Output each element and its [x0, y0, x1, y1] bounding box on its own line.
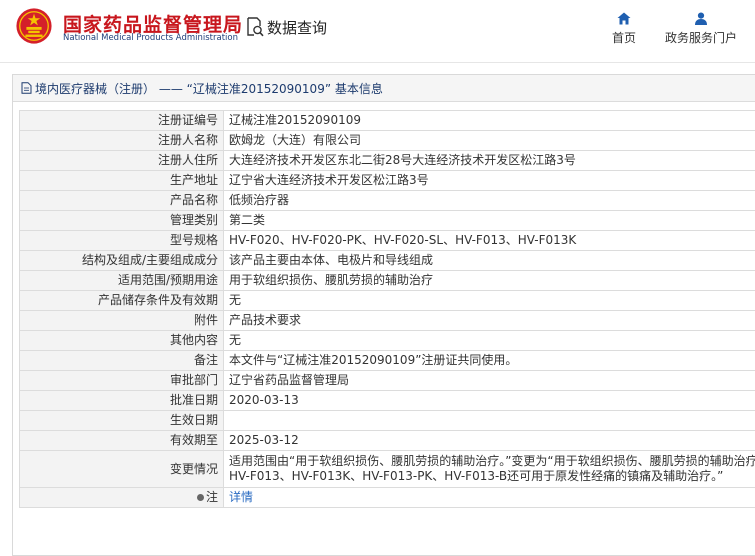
- table-row: 有效期至2025-03-12: [20, 431, 755, 451]
- field-label: 型号规格: [20, 231, 224, 251]
- home-icon: [617, 12, 631, 25]
- table-row: 备注本文件与“辽械注准20152090109”注册证共同使用。: [20, 351, 755, 371]
- field-value: HV-F020、HV-F020-PK、HV-F020-SL、HV-F013、HV…: [224, 231, 755, 251]
- field-value: 产品技术要求: [224, 311, 755, 331]
- panel-title: 境内医疗器械（注册） —— “辽械注准20152090109” 基本信息: [35, 80, 383, 97]
- field-value: 用于软组织损伤、腰肌劳损的辅助治疗: [224, 271, 755, 291]
- details-link[interactable]: 详情: [229, 490, 253, 504]
- table-row: 生效日期: [20, 411, 755, 431]
- field-value: 无: [224, 331, 755, 351]
- header-divider: [0, 62, 755, 63]
- field-value: 辽械注准20152090109: [224, 111, 755, 131]
- note-bullet-icon: [197, 494, 204, 501]
- field-value: 2020-03-13: [224, 391, 755, 411]
- table-row: 适用范围/预期用途用于软组织损伤、腰肌劳损的辅助治疗: [20, 271, 755, 291]
- field-value: 低频治疗器: [224, 191, 755, 211]
- field-label: 生效日期: [20, 411, 224, 431]
- national-emblem-icon: [15, 7, 53, 45]
- user-icon: [694, 12, 708, 25]
- table-row: 注 详情: [20, 488, 755, 508]
- field-label: 管理类别: [20, 211, 224, 231]
- brand-name-en: National Medical Products Administration: [63, 33, 238, 43]
- note-value: 详情: [224, 488, 755, 508]
- field-label: 附件: [20, 311, 224, 331]
- table-row: 注册人名称欧姆龙（大连）有限公司: [20, 131, 755, 151]
- field-label: 变更情况: [20, 451, 224, 488]
- field-label: 有效期至: [20, 431, 224, 451]
- table-row: 其他内容无: [20, 331, 755, 351]
- data-query-label: 数据查询: [267, 17, 327, 38]
- field-value: 辽宁省大连经济技术开发区松江路3号: [224, 171, 755, 191]
- field-value: 2025-03-12: [224, 431, 755, 451]
- field-label: 适用范围/预期用途: [20, 271, 224, 291]
- table-row: 生产地址辽宁省大连经济技术开发区松江路3号: [20, 171, 755, 191]
- field-value: 欧姆龙（大连）有限公司: [224, 131, 755, 151]
- field-label: 备注: [20, 351, 224, 371]
- field-label: 注册证编号: [20, 111, 224, 131]
- data-query-link[interactable]: 数据查询: [246, 16, 327, 38]
- field-label: 生产地址: [20, 171, 224, 191]
- field-value: 无: [224, 291, 755, 311]
- panel-header: 境内医疗器械（注册） —— “辽械注准20152090109” 基本信息: [13, 75, 755, 102]
- field-label: 注册人名称: [20, 131, 224, 151]
- table-row: 附件产品技术要求: [20, 311, 755, 331]
- field-label: 产品储存条件及有效期: [20, 291, 224, 311]
- field-label: 批准日期: [20, 391, 224, 411]
- table-row: 产品储存条件及有效期无: [20, 291, 755, 311]
- table-row: 审批部门辽宁省药品监督管理局: [20, 371, 755, 391]
- table-row: 批准日期2020-03-13: [20, 391, 755, 411]
- field-value: 大连经济技术开发区东北二街28号大连经济技术开发区松江路3号: [224, 151, 755, 171]
- table-row: 注册人住所大连经济技术开发区东北二街28号大连经济技术开发区松江路3号: [20, 151, 755, 171]
- field-value: 该产品主要由本体、电极片和导线组成: [224, 251, 755, 271]
- field-label: 产品名称: [20, 191, 224, 211]
- nav-government-service-label: 政务服务门户: [665, 31, 737, 45]
- info-table: 注册证编号辽械注准20152090109 注册人名称欧姆龙（大连）有限公司 注册…: [19, 110, 755, 508]
- field-value: 本文件与“辽械注准20152090109”注册证共同使用。: [224, 351, 755, 371]
- note-label-text: 注: [206, 490, 218, 504]
- field-label: 注册人住所: [20, 151, 224, 171]
- table-row: 变更情况适用范围由“用于软组织损伤、腰肌劳损的辅助治疗。”变更为“用于软组织损伤…: [20, 451, 755, 488]
- table-row: 结构及组成/主要组成成分该产品主要由本体、电极片和导线组成: [20, 251, 755, 271]
- table-row: 型号规格HV-F020、HV-F020-PK、HV-F020-SL、HV-F01…: [20, 231, 755, 251]
- top-header: 国家药品监督管理局 National Medical Products Admi…: [0, 0, 755, 62]
- field-value: 适用范围由“用于软组织损伤、腰肌劳损的辅助治疗。”变更为“用于软组织损伤、腰肌劳…: [224, 451, 755, 488]
- note-label: 注: [20, 488, 224, 508]
- field-label: 其他内容: [20, 331, 224, 351]
- nav-home-label: 首页: [612, 31, 636, 45]
- field-value: 第二类: [224, 211, 755, 231]
- table-row: 产品名称低频治疗器: [20, 191, 755, 211]
- field-value: 辽宁省药品监督管理局: [224, 371, 755, 391]
- basic-info-panel: 境内医疗器械（注册） —— “辽械注准20152090109” 基本信息 注册证…: [12, 74, 755, 556]
- field-value: [224, 411, 755, 431]
- document-icon: [21, 82, 32, 94]
- field-label: 结构及组成/主要组成成分: [20, 251, 224, 271]
- field-label: 审批部门: [20, 371, 224, 391]
- table-row: 管理类别第二类: [20, 211, 755, 231]
- document-search-icon: [246, 17, 264, 37]
- nav-government-service[interactable]: 政务服务门户: [660, 12, 742, 46]
- table-row: 注册证编号辽械注准20152090109: [20, 111, 755, 131]
- nav-home[interactable]: 首页: [604, 12, 644, 46]
